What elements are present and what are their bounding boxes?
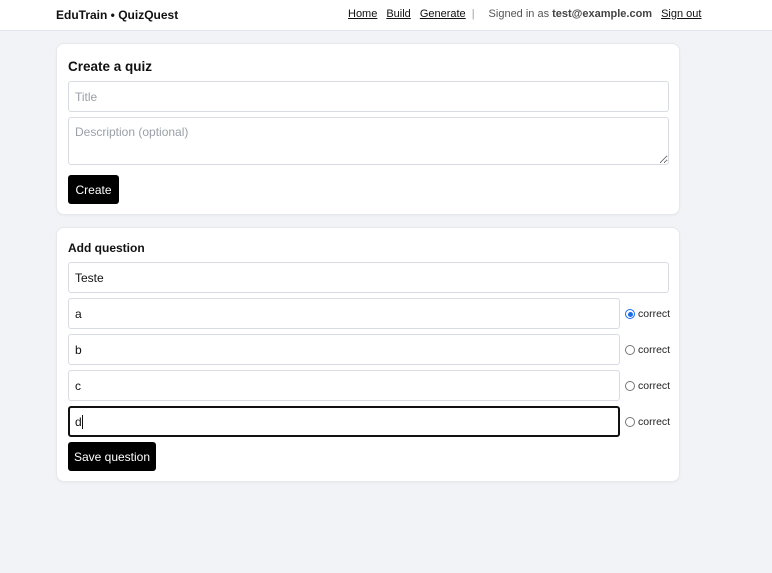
- create-quiz-button[interactable]: Create: [68, 175, 119, 204]
- nav-generate-link[interactable]: Generate: [420, 8, 466, 20]
- option-c-correct-toggle[interactable]: correct: [625, 380, 670, 392]
- save-question-button[interactable]: Save question: [68, 442, 156, 471]
- question-text-input[interactable]: [68, 262, 669, 293]
- option-b-correct-toggle[interactable]: correct: [625, 344, 670, 356]
- radio-checked-icon[interactable]: [625, 309, 635, 319]
- user-email: test@example.com: [552, 8, 653, 20]
- correct-label: correct: [638, 416, 671, 428]
- sign-out-link[interactable]: Sign out: [661, 8, 701, 20]
- quiz-title-input[interactable]: [68, 81, 669, 112]
- quiz-description-input[interactable]: [68, 117, 669, 165]
- option-d-correct-toggle[interactable]: correct: [625, 416, 670, 428]
- radio-icon[interactable]: [625, 417, 635, 427]
- option-d-input[interactable]: [68, 406, 620, 437]
- add-question-heading: Add question: [68, 241, 145, 255]
- top-bar: EduTrain • QuizQuest Home Build Generate…: [0, 0, 772, 31]
- correct-label: correct: [638, 344, 671, 356]
- radio-icon[interactable]: [625, 381, 635, 391]
- correct-label: correct: [638, 308, 671, 320]
- option-b-input[interactable]: [68, 334, 620, 365]
- nav-build-link[interactable]: Build: [386, 8, 410, 20]
- option-a-input[interactable]: [68, 298, 620, 329]
- brand-title: EduTrain • QuizQuest: [56, 8, 179, 22]
- create-quiz-card: Create a quiz Create: [56, 43, 680, 215]
- signed-in-label: Signed in as: [488, 8, 550, 20]
- nav-home-link[interactable]: Home: [348, 8, 377, 20]
- nav-divider: |: [471, 8, 475, 20]
- radio-icon[interactable]: [625, 345, 635, 355]
- top-nav: Home Build Generate | Signed in as test@…: [348, 8, 701, 20]
- text-caret: [82, 415, 83, 429]
- create-quiz-heading: Create a quiz: [68, 59, 153, 74]
- option-c-input[interactable]: [68, 370, 620, 401]
- add-question-card: Add question correct correct correct cor…: [56, 227, 680, 482]
- correct-label: correct: [638, 380, 671, 392]
- option-a-correct-toggle[interactable]: correct: [625, 308, 670, 320]
